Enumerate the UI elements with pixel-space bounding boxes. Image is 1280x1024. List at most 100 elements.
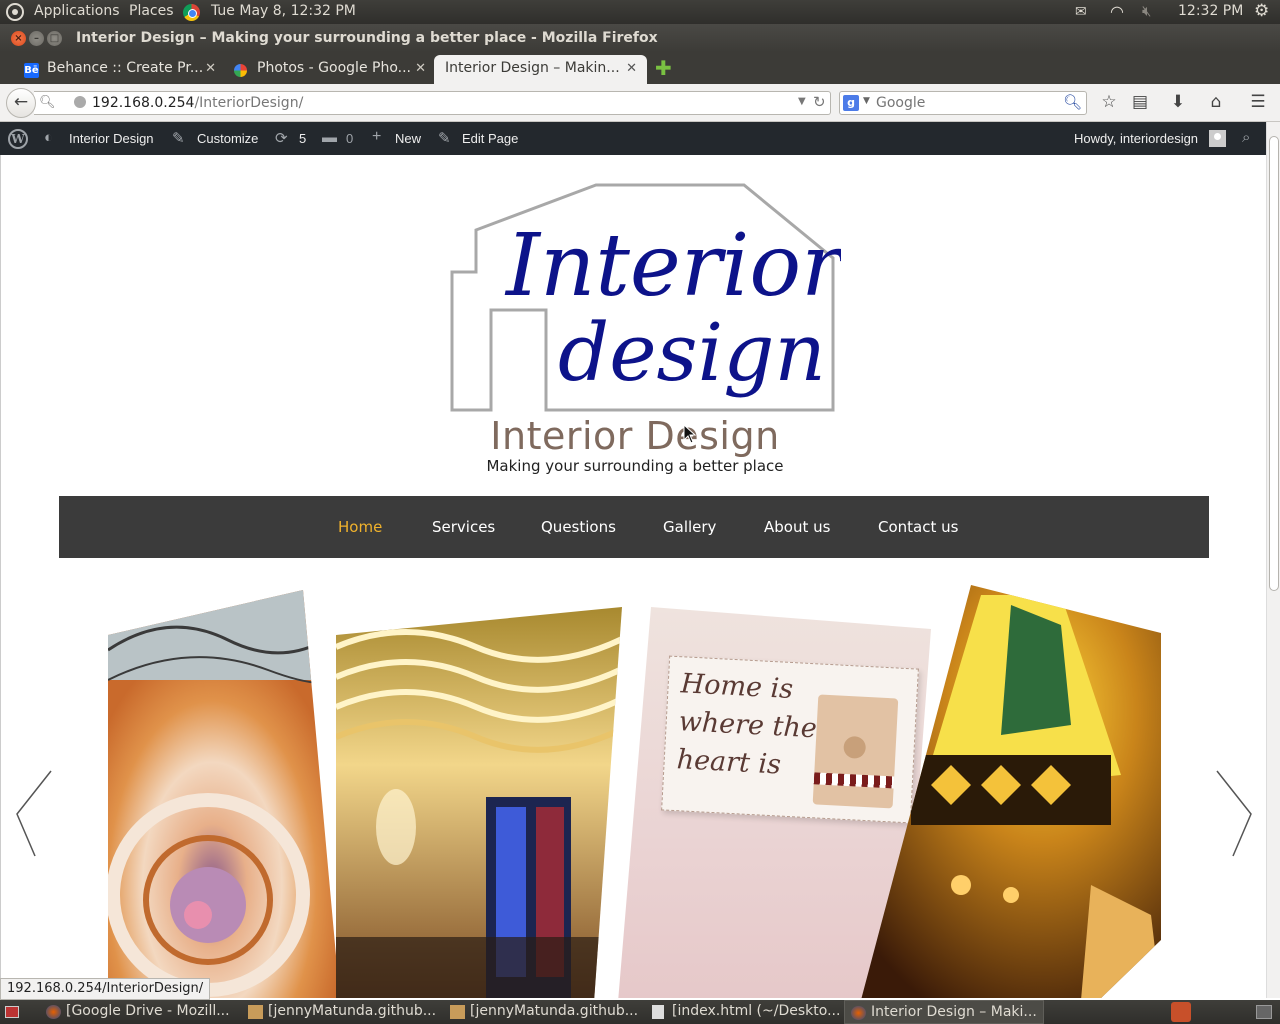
back-button[interactable]: ← bbox=[6, 88, 36, 118]
wp-updates-count[interactable]: 5 bbox=[299, 131, 306, 146]
taskbar-label: [jennyMatunda.github... bbox=[268, 1003, 437, 1019]
search-input[interactable] bbox=[876, 93, 1061, 113]
new-tab-plus-icon[interactable]: ✚ bbox=[655, 58, 672, 78]
search-bar[interactable]: g ▼ 🔍︎ bbox=[839, 91, 1087, 115]
wp-comments-count[interactable]: 0 bbox=[346, 131, 353, 146]
text-editor-icon bbox=[652, 1005, 664, 1019]
avatar[interactable] bbox=[1209, 130, 1226, 147]
taskbar-item-interior-design[interactable]: Interior Design – Maki... bbox=[844, 1000, 1044, 1024]
panel-datetime[interactable]: Tue May 8, 12:32 PM bbox=[211, 3, 356, 19]
nav-home[interactable]: Home bbox=[338, 518, 382, 536]
close-window-button[interactable]: × bbox=[11, 31, 26, 46]
site-tagline: Making your surrounding a better place bbox=[486, 457, 784, 475]
firefox-tray-icon[interactable] bbox=[1171, 1002, 1191, 1022]
folder-icon bbox=[450, 1005, 465, 1019]
menu-hamburger-icon[interactable]: ☰ bbox=[1246, 92, 1270, 112]
wifi-icon[interactable]: ◠ bbox=[1110, 2, 1124, 21]
taskbar-label: [Google Drive - Mozill... bbox=[66, 1003, 230, 1019]
customize-brush-icon: ✎ bbox=[172, 130, 185, 147]
show-desktop-icon[interactable] bbox=[5, 1006, 19, 1018]
edit-pencil-icon: ✎ bbox=[438, 130, 451, 147]
mail-icon[interactable]: ✉ bbox=[1075, 4, 1087, 20]
updates-icon: ⟳ bbox=[275, 130, 288, 147]
trash-icon[interactable] bbox=[1256, 1005, 1272, 1019]
places-menu[interactable]: Places bbox=[129, 3, 174, 19]
nav-contact-us[interactable]: Contact us bbox=[878, 518, 958, 536]
tab-google-photos[interactable]: Photos - Google Pho... ✕ bbox=[210, 55, 436, 84]
chrome-launcher-icon[interactable] bbox=[183, 4, 200, 21]
volume-muted-icon[interactable]: 🔇︎ bbox=[1142, 2, 1151, 20]
nav-questions[interactable]: Questions bbox=[541, 518, 616, 536]
sign-line-3: heart is bbox=[675, 744, 782, 781]
tab-interior-design[interactable]: Interior Design – Makin... ✕ bbox=[434, 55, 647, 84]
wordpress-logo-icon[interactable]: W bbox=[8, 129, 28, 149]
slider-next-arrow-icon[interactable] bbox=[1213, 769, 1255, 859]
taskbar-item-folder-1[interactable]: [jennyMatunda.github... bbox=[242, 1000, 442, 1024]
panel-clock[interactable]: 12:32 PM bbox=[1178, 3, 1243, 19]
url-bar[interactable]: 🔍︎ 192.168.0.254/InteriorDesign/ ▼ ↻ bbox=[34, 91, 831, 115]
taskbar-item-editor[interactable]: [index.html (~/Deskto... bbox=[646, 1000, 842, 1024]
slide-image-hallway[interactable] bbox=[336, 607, 626, 998]
page-scrollbar[interactable] bbox=[1266, 122, 1280, 998]
taskbar-label: [index.html (~/Deskto... bbox=[672, 1003, 841, 1019]
tab-label: Behance :: Create Pr... bbox=[47, 60, 204, 76]
url-text[interactable]: 192.168.0.254/InteriorDesign/ bbox=[92, 95, 303, 111]
ubuntu-logo-icon[interactable] bbox=[6, 3, 24, 21]
firefox-icon bbox=[46, 1005, 61, 1019]
google-icon: g bbox=[843, 95, 859, 111]
dashboard-icon: ◐ bbox=[44, 129, 54, 146]
behance-icon: Bē bbox=[24, 63, 39, 78]
logo-text-interior: Interior bbox=[504, 216, 841, 316]
folder-icon bbox=[248, 1005, 263, 1019]
tab-behance[interactable]: Bē Behance :: Create Pr... ✕ bbox=[0, 55, 226, 84]
home-icon[interactable]: ⌂ bbox=[1204, 92, 1228, 112]
mouse-cursor-icon bbox=[683, 424, 697, 444]
site-title[interactable]: Interior Design bbox=[1, 414, 1266, 458]
identity-key-icon[interactable]: 🔍︎ bbox=[39, 95, 56, 110]
nav-services[interactable]: Services bbox=[432, 518, 495, 536]
site-logo[interactable]: Interior design bbox=[446, 180, 841, 415]
nav-gallery[interactable]: Gallery bbox=[663, 518, 716, 536]
globe-icon bbox=[74, 96, 86, 108]
firefox-icon bbox=[851, 1006, 866, 1020]
wp-admin-bar: W ◐ Interior Design ✎ Customize ⟳ 5 ▬ 0 … bbox=[0, 122, 1266, 155]
system-top-panel: Applications Places Tue May 8, 12:32 PM … bbox=[0, 0, 1280, 24]
slide-image-staircase[interactable] bbox=[108, 590, 340, 998]
url-dropdown-icon[interactable]: ▼ bbox=[798, 96, 806, 107]
search-icon[interactable]: 🔍︎ bbox=[1063, 93, 1082, 111]
tab-label: Photos - Google Pho... bbox=[257, 60, 411, 76]
gear-icon[interactable]: ⚙ bbox=[1254, 1, 1269, 21]
reload-icon[interactable]: ↻ bbox=[813, 93, 826, 111]
close-tab-icon[interactable]: ✕ bbox=[415, 61, 426, 76]
tab-strip: Bē Behance :: Create Pr... ✕ Photos - Go… bbox=[0, 52, 1280, 84]
maximize-window-button[interactable]: □ bbox=[47, 31, 62, 46]
wp-edit-page-link[interactable]: Edit Page bbox=[462, 131, 518, 146]
wp-customize-link[interactable]: Customize bbox=[197, 131, 258, 146]
search-engine-dropdown-icon[interactable]: ▼ bbox=[863, 96, 870, 106]
minimize-window-button[interactable]: – bbox=[29, 31, 44, 46]
wp-site-name-link[interactable]: Interior Design bbox=[69, 131, 154, 146]
slider-prev-arrow-icon[interactable] bbox=[13, 769, 55, 859]
back-arrow-icon: ← bbox=[13, 92, 29, 112]
plus-icon: + bbox=[372, 128, 382, 145]
url-path: /InteriorDesign/ bbox=[194, 95, 304, 111]
wp-howdy-user[interactable]: Howdy, interiordesign bbox=[1074, 131, 1198, 146]
taskbar-item-google-drive[interactable]: [Google Drive - Mozill... bbox=[40, 1000, 240, 1024]
scrollbar-thumb[interactable] bbox=[1269, 136, 1279, 591]
slide-image-lamp[interactable] bbox=[861, 585, 1161, 998]
bookmarks-menu-icon[interactable]: ▤ bbox=[1128, 92, 1152, 112]
nav-about-us[interactable]: About us bbox=[764, 518, 830, 536]
downloads-icon[interactable]: ⬇ bbox=[1166, 92, 1190, 112]
close-tab-icon[interactable]: ✕ bbox=[626, 61, 637, 76]
navigation-toolbar: 🔍︎ 192.168.0.254/InteriorDesign/ ▼ ↻ ← g… bbox=[0, 84, 1280, 122]
main-navigation: Home Services Questions Gallery About us… bbox=[59, 496, 1209, 558]
wp-new-link[interactable]: New bbox=[395, 131, 421, 146]
logo-text-design: design bbox=[558, 306, 826, 399]
bottom-taskbar: [Google Drive - Mozill... [jennyMatunda.… bbox=[0, 1000, 1280, 1024]
search-icon[interactable]: ⌕ bbox=[1242, 129, 1250, 146]
taskbar-label: Interior Design – Maki... bbox=[871, 1004, 1037, 1020]
applications-menu[interactable]: Applications bbox=[34, 3, 120, 19]
tab-label: Interior Design – Makin... bbox=[445, 60, 620, 76]
taskbar-item-folder-2[interactable]: [jennyMatunda.github... bbox=[444, 1000, 644, 1024]
bookmark-star-icon[interactable]: ☆ bbox=[1097, 92, 1121, 112]
